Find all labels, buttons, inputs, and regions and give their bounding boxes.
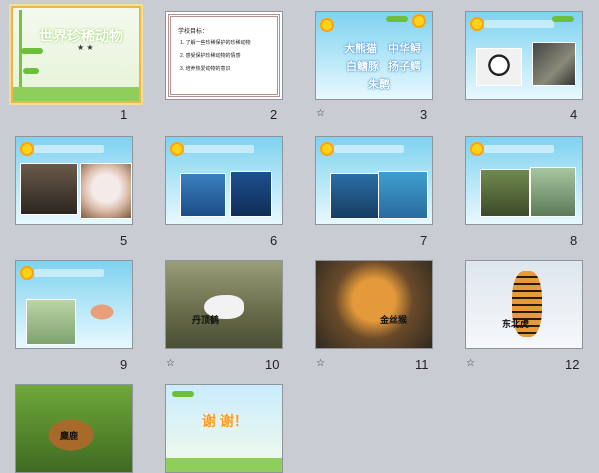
river-photo <box>530 167 576 217</box>
slide-title-bar <box>484 145 554 153</box>
ibis-photo <box>26 299 76 345</box>
slide-title-bar <box>334 145 404 153</box>
slide-number-7: 7 <box>420 233 428 248</box>
alligator-photo <box>480 169 530 217</box>
slide-thumbnail-13[interactable]: 麋鹿 <box>15 384 133 473</box>
slide-thumbnail-12[interactable]: 东北虎 <box>465 260 583 349</box>
leaf-decoration <box>23 68 39 74</box>
slide-title-bar <box>184 145 254 153</box>
panda-photo <box>476 48 522 86</box>
slide-number-9: 9 <box>120 357 128 372</box>
leaf-decoration <box>552 16 574 22</box>
slide-14-text: 谢 谢！ <box>202 413 248 429</box>
slide-thumbnail-5[interactable] <box>15 136 133 225</box>
slide-thumbnail-14[interactable]: 谢 谢！ <box>165 384 283 473</box>
animation-star-icon[interactable]: ☆ <box>166 358 175 369</box>
slide-1-subtitle: ★ ★ <box>77 43 94 52</box>
leaf-decoration <box>21 48 43 54</box>
flower-icon <box>20 142 34 156</box>
slide-thumbnail-7[interactable] <box>315 136 433 225</box>
slide-number-11: 11 <box>415 357 429 372</box>
flower-icon <box>412 14 426 28</box>
slide-thumbnail-10[interactable]: 丹顶鹤 <box>165 260 283 349</box>
dolphin-photo <box>378 171 428 219</box>
slide-thumbnail-9[interactable] <box>15 260 133 349</box>
slide-thumbnail-3[interactable]: 大熊猫 中华鲟 白鳍豚 扬子鳄 朱鹮 <box>315 11 433 100</box>
slide-2-heading: 学校目标： <box>178 29 209 35</box>
slide-thumbnail-1[interactable]: 世界珍稀动物 ★ ★ <box>11 6 141 103</box>
flower-icon <box>320 142 334 156</box>
slide-thumbnail-6[interactable] <box>165 136 283 225</box>
slide-number-1: 1 <box>120 107 128 122</box>
slide-10-label: 丹顶鹤 <box>192 315 220 325</box>
slide-13-label: 麋鹿 <box>60 431 79 441</box>
flower-icon <box>170 142 184 156</box>
panda-photo <box>532 42 576 86</box>
animal-name-panda: 大熊猫 <box>344 43 377 55</box>
slide-number-3: 3 <box>420 107 428 122</box>
animal-name-dolphin: 白鳍豚 <box>346 61 379 73</box>
leaf-decoration <box>172 391 194 397</box>
animation-star-icon[interactable]: ☆ <box>316 108 325 119</box>
grass-strip <box>13 87 139 101</box>
slide-title-bar <box>484 20 554 28</box>
slide-thumbnail-4[interactable] <box>465 11 583 100</box>
slide-number-5: 5 <box>120 233 128 248</box>
animal-name-alligator: 扬子鳄 <box>388 61 421 73</box>
people-with-panda-photo <box>20 163 78 215</box>
slide-number-6: 6 <box>270 233 278 248</box>
slide-number-10: 10 <box>265 357 280 372</box>
slide-11-label: 金丝猴 <box>380 315 408 325</box>
slide-2-line-1: 1. 了解一些珍稀保护的珍稀动物 <box>180 40 251 46</box>
leaf-decoration <box>386 16 408 22</box>
flower-icon <box>20 266 34 280</box>
flower-icon <box>470 17 484 31</box>
ibis-flying-photo <box>82 299 122 325</box>
grass-strip <box>166 458 282 472</box>
animation-star-icon[interactable]: ☆ <box>316 358 325 369</box>
vine-decoration <box>19 10 22 98</box>
flower-icon <box>470 142 484 156</box>
panda-cub-photo <box>80 163 132 219</box>
slide-thumbnail-2[interactable]: 学校目标： 1. 了解一些珍稀保护的珍稀动物 2. 感受保护珍稀动物的情感 3.… <box>165 11 283 100</box>
slide-thumbnail-11[interactable]: 金丝猴 <box>315 260 433 349</box>
slide-thumbnail-8[interactable] <box>465 136 583 225</box>
slide-title-bar <box>34 269 104 277</box>
animal-name-sturgeon: 中华鲟 <box>388 43 421 55</box>
dolphin-photo <box>330 173 380 219</box>
flower-icon <box>320 18 334 32</box>
slide-title-bar <box>34 145 104 153</box>
slide-number-2: 2 <box>270 107 278 122</box>
slide-2-line-3: 3. 培养热爱动物的意识 <box>180 66 231 72</box>
sturgeon-photo <box>230 171 272 217</box>
sturgeon-photo <box>180 173 226 217</box>
slide-12-label: 东北虎 <box>502 319 530 329</box>
slide-number-12: 12 <box>565 357 580 372</box>
animation-star-icon[interactable]: ☆ <box>466 358 475 369</box>
slide-number-4: 4 <box>570 107 578 122</box>
animal-name-ibis: 朱鹮 <box>368 79 390 91</box>
slide-number-8: 8 <box>570 233 578 248</box>
slide-2-line-2: 2. 感受保护珍稀动物的情感 <box>180 53 241 59</box>
